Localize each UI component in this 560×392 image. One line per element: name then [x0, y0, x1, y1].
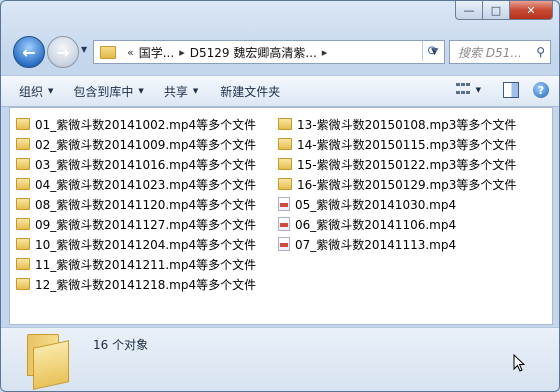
file-list-column-right: 13-紫微斗数20150108.mp3等多个文件 14-紫微斗数20150115… — [278, 114, 516, 254]
file-name: 10_紫微斗数20141204.mp4等多个文件 — [35, 237, 257, 252]
list-item[interactable]: 12_紫微斗数20141218.mp4等多个文件 — [16, 274, 256, 294]
file-name: 12_紫微斗数20141218.mp4等多个文件 — [35, 277, 257, 292]
file-name: 07_紫微斗数20141113.mp4 — [295, 237, 457, 252]
file-name: 06_紫微斗数20141106.mp4 — [295, 217, 457, 232]
new-folder-label: 新建文件夹 — [220, 84, 281, 99]
folder-icon — [16, 198, 30, 210]
search-placeholder: 搜索 D51... — [458, 45, 522, 60]
folder-icon — [100, 45, 116, 59]
folder-icon — [16, 178, 30, 190]
close-button[interactable]: ✕ — [510, 1, 553, 20]
file-name: 16-紫微斗数20150129.mp3等多个文件 — [297, 177, 517, 192]
file-name: 15-紫微斗数20150122.mp3等多个文件 — [297, 157, 517, 172]
chevron-down-icon: ▼ — [192, 87, 199, 95]
file-name: 03_紫微斗数20141016.mp4等多个文件 — [35, 157, 257, 172]
file-name: 04_紫微斗数20141023.mp4等多个文件 — [35, 177, 257, 192]
chevron-down-icon[interactable]: ▼ — [476, 86, 481, 94]
file-name: 14-紫微斗数20150115.mp3等多个文件 — [297, 137, 517, 152]
address-bar[interactable]: « 国学... ▸ D5129 魏宏卿高清紫... ▸ ▼ — [93, 40, 445, 64]
maximize-button[interactable]: □ — [483, 1, 510, 20]
video-file-icon — [278, 197, 290, 211]
folder-icon — [16, 258, 30, 270]
folder-icon — [278, 158, 292, 170]
recent-pages-dropdown-icon[interactable]: ▼ — [81, 45, 87, 54]
list-item[interactable]: 07_紫微斗数20141113.mp4 — [278, 234, 516, 254]
list-item[interactable]: 16-紫微斗数20150129.mp3等多个文件 — [278, 174, 516, 194]
include-in-library-button[interactable]: 包含到库中 ▼ — [73, 83, 143, 100]
video-file-icon — [278, 237, 290, 251]
explorer-window: — □ ✕ ← → ▼ « 国学... ▸ D5129 魏宏卿高清紫... ▸ … — [0, 0, 560, 392]
organize-label: 组织 — [19, 84, 44, 99]
new-folder-button[interactable]: 新建文件夹 — [220, 83, 280, 100]
list-item[interactable]: 11_紫微斗数20141211.mp4等多个文件 — [16, 254, 256, 274]
preview-pane-icon[interactable] — [503, 82, 519, 98]
help-icon[interactable]: ? — [533, 82, 549, 98]
breadcrumb-separator-icon[interactable]: ▸ — [179, 46, 185, 59]
chevron-down-icon: ▼ — [138, 87, 144, 95]
file-name: 11_紫微斗数20141211.mp4等多个文件 — [35, 257, 257, 272]
caption-buttons: — □ ✕ — [455, 1, 553, 20]
toolbar-right-group: ▼ ? — [455, 82, 549, 98]
folder-icon — [278, 138, 292, 150]
list-item[interactable]: 03_紫微斗数20141016.mp4等多个文件 — [16, 154, 256, 174]
file-name: 09_紫微斗数20141127.mp4等多个文件 — [35, 217, 257, 232]
file-name: 13-紫微斗数20150108.mp3等多个文件 — [297, 117, 517, 132]
refresh-icon: ⟳ — [427, 43, 439, 59]
navigation-bar: ← → ▼ « 国学... ▸ D5129 魏宏卿高清紫... ▸ ▼ ⟳ 搜索… — [1, 33, 559, 69]
list-item[interactable]: 02_紫微斗数20141009.mp4等多个文件 — [16, 134, 256, 154]
file-list-column-left: 01_紫微斗数20141002.mp4等多个文件 02_紫微斗数20141009… — [16, 114, 256, 294]
share-label: 共享 — [163, 84, 188, 99]
folder-icon — [27, 334, 69, 390]
folder-icon — [278, 118, 292, 130]
list-item[interactable]: 09_紫微斗数20141127.mp4等多个文件 — [16, 214, 256, 234]
breadcrumb-separator-icon[interactable]: ▸ — [322, 46, 328, 59]
chevron-down-icon: ▼ — [48, 87, 54, 95]
item-count: 16 个对象 — [93, 338, 149, 352]
folder-icon — [278, 178, 292, 190]
file-name: 08_紫微斗数20141120.mp4等多个文件 — [35, 197, 257, 212]
mouse-cursor-icon — [513, 354, 525, 372]
search-input[interactable]: 搜索 D51... ⚲ — [449, 40, 551, 64]
list-item[interactable]: 14-紫微斗数20150115.mp3等多个文件 — [278, 134, 516, 154]
search-icon: ⚲ — [536, 45, 545, 59]
details-pane: 16 个对象 — [1, 327, 559, 391]
list-item[interactable]: 01_紫微斗数20141002.mp4等多个文件 — [16, 114, 256, 134]
list-item[interactable]: 05_紫微斗数20141030.mp4 — [278, 194, 516, 214]
list-item[interactable]: 08_紫微斗数20141120.mp4等多个文件 — [16, 194, 256, 214]
share-menu-button[interactable]: 共享 ▼ — [164, 83, 198, 100]
back-arrow-icon: ← — [22, 42, 36, 62]
folder-icon — [16, 238, 30, 250]
breadcrumb-current-folder[interactable]: D5129 魏宏卿高清紫... — [190, 44, 317, 61]
include-in-library-label: 包含到库中 — [73, 84, 134, 99]
list-item[interactable]: 06_紫微斗数20141106.mp4 — [278, 214, 516, 234]
video-file-icon — [278, 217, 290, 231]
back-button[interactable]: ← — [13, 36, 45, 68]
list-item[interactable]: 04_紫微斗数20141023.mp4等多个文件 — [16, 174, 256, 194]
list-item[interactable]: 15-紫微斗数20150122.mp3等多个文件 — [278, 154, 516, 174]
list-item[interactable]: 13-紫微斗数20150108.mp3等多个文件 — [278, 114, 516, 134]
file-name: 05_紫微斗数20141030.mp4 — [295, 197, 457, 212]
breadcrumb-guoxue[interactable]: 国学... — [139, 44, 174, 61]
folder-icon — [16, 138, 30, 150]
folder-icon — [16, 218, 30, 230]
forward-arrow-icon: → — [56, 42, 70, 62]
refresh-button[interactable]: ⟳ — [422, 41, 443, 61]
file-name: 02_紫微斗数20141009.mp4等多个文件 — [35, 137, 257, 152]
organize-menu-button[interactable]: 组织 ▼ — [19, 83, 53, 100]
list-item[interactable]: 10_紫微斗数20141204.mp4等多个文件 — [16, 234, 256, 254]
minimize-button[interactable]: — — [455, 1, 483, 20]
address-overflow-chevron[interactable]: « — [127, 46, 134, 59]
command-bar: 组织 ▼ 包含到库中 ▼ 共享 ▼ 新建文件夹 ▼ ? — [1, 75, 559, 107]
folder-icon — [16, 278, 30, 290]
change-view-icon[interactable] — [455, 83, 472, 97]
folder-icon — [16, 158, 30, 170]
folder-icon — [16, 118, 30, 130]
forward-button[interactable]: → — [47, 36, 79, 68]
file-name: 01_紫微斗数20141002.mp4等多个文件 — [35, 117, 257, 132]
file-list: 01_紫微斗数20141002.mp4等多个文件 02_紫微斗数20141009… — [9, 107, 553, 325]
